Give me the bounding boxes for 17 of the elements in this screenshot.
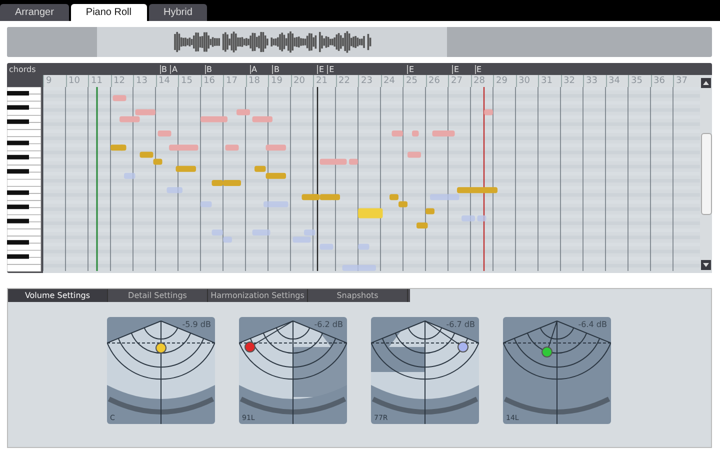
song-overview[interactable] bbox=[7, 27, 712, 57]
volume-reading: -6.2 dB bbox=[314, 320, 343, 329]
view-tab[interactable]: Hybrid bbox=[148, 4, 208, 21]
chord-lane-label: chords bbox=[8, 64, 37, 74]
settings-tab[interactable]: Snapshots bbox=[308, 289, 408, 302]
volume-reading: -6.4 dB bbox=[578, 320, 607, 329]
settings-tab[interactable]: Volume Settings bbox=[8, 289, 108, 302]
scroll-down-arrow-icon[interactable] bbox=[703, 263, 709, 267]
scroll-up-arrow-icon[interactable] bbox=[703, 81, 709, 85]
volume-reading: -5.9 dB bbox=[182, 320, 211, 329]
piano-keyboard-drawing[interactable] bbox=[7, 87, 43, 273]
vertical-scrollbar[interactable] bbox=[700, 75, 712, 273]
view-tab[interactable]: Piano Roll bbox=[70, 4, 146, 21]
volume-reading: -6.7 dB bbox=[446, 320, 475, 329]
settings-tab[interactable]: Harmonization Settings bbox=[208, 289, 308, 302]
view-tab[interactable]: Arranger bbox=[0, 4, 69, 21]
settings-tab[interactable]: Detail Settings bbox=[108, 289, 208, 302]
